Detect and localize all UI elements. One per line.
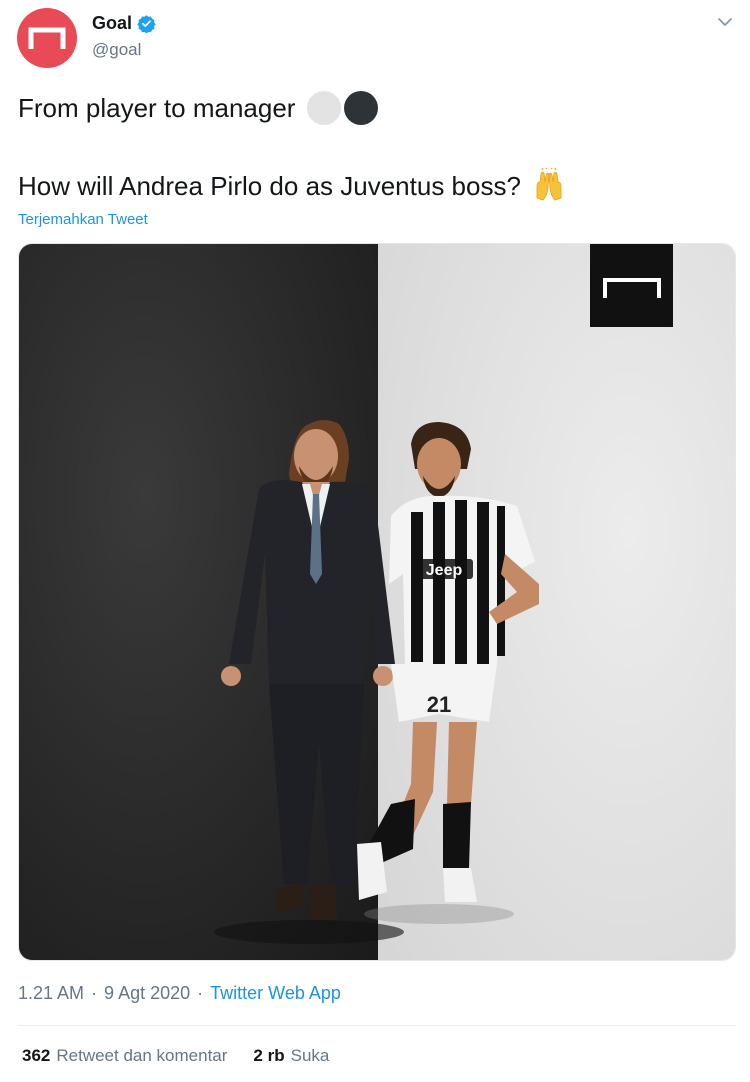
display-name[interactable]: Goal <box>92 13 132 34</box>
translate-tweet-link[interactable]: Terjemahkan Tweet <box>18 211 148 228</box>
tweet-text-line-1: From player to manager <box>18 88 379 128</box>
tweet-media-image[interactable]: Jeep 21 <box>18 243 736 961</box>
likes-label: Suka <box>290 1046 330 1065</box>
likes-stat[interactable]: 2 rb Suka <box>253 1046 329 1066</box>
retweets-count: 362 <box>22 1046 51 1065</box>
tweet-date[interactable]: 9 Agt 2020 <box>104 983 190 1004</box>
chevron-down-icon[interactable] <box>716 13 734 31</box>
tweet-text-line-2: How will Andrea Pirlo do as Juventus bos… <box>18 166 567 206</box>
raising-hands-icon <box>536 168 562 201</box>
meta-separator: · <box>91 983 98 1003</box>
tweet-meta: 1.21 AM · 9 Agt 2020 · Twitter Web App <box>18 983 341 1004</box>
goal-logo-icon <box>590 244 673 327</box>
avatar[interactable] <box>17 8 77 68</box>
verified-badge-icon <box>137 15 156 33</box>
jersey-sponsor-text: Jeep <box>426 562 463 579</box>
tweet-text: How will Andrea Pirlo do as Juventus bos… <box>18 170 521 201</box>
retweets-stat[interactable]: 362 Retweet dan komentar <box>22 1046 227 1066</box>
meta-separator: · <box>197 983 204 1003</box>
retweets-label: Retweet dan komentar <box>56 1046 228 1065</box>
black-circle-icon <box>344 91 379 125</box>
likes-count: 2 rb <box>253 1046 285 1065</box>
jersey-number-text: 21 <box>427 692 451 717</box>
divider <box>18 1025 736 1026</box>
name-row: Goal <box>92 13 156 34</box>
media-illustration: Jeep 21 <box>19 244 735 960</box>
tweet-text: From player to manager <box>18 92 296 123</box>
tweet-stats: 362 Retweet dan komentar 2 rb Suka <box>22 1046 329 1066</box>
tweet-time[interactable]: 1.21 AM <box>18 983 84 1004</box>
tweet-source-link[interactable]: Twitter Web App <box>210 983 341 1004</box>
handle[interactable]: @goal <box>92 40 141 60</box>
white-circle-icon <box>307 91 342 125</box>
goal-logo-icon <box>28 27 66 49</box>
